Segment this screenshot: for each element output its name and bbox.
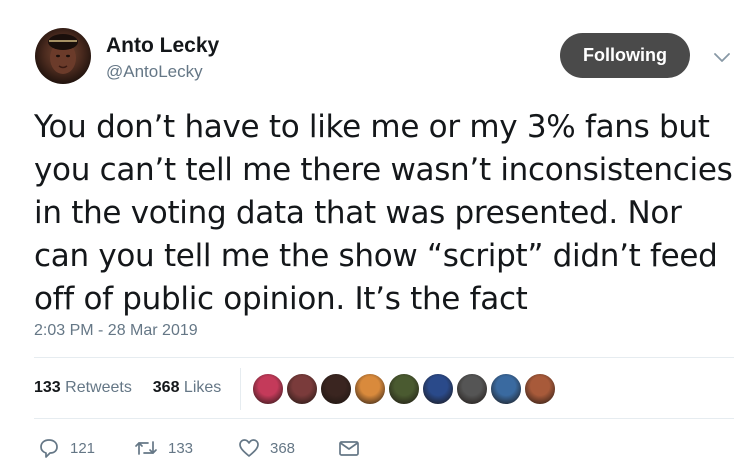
stats-separator	[240, 368, 241, 410]
retweet-count: 133	[168, 439, 194, 457]
reply-count: 121	[70, 439, 96, 457]
divider	[34, 357, 734, 358]
retweets-label: Retweets	[65, 379, 132, 396]
retweets-count: 133	[34, 379, 61, 396]
retweets-stat[interactable]: 133 Retweets	[34, 379, 136, 396]
tweet-timestamp[interactable]: 2:03 PM - 28 Mar 2019	[34, 322, 198, 340]
reply-button[interactable]: 121	[38, 437, 95, 459]
likes-count: 368	[152, 379, 180, 396]
liker-avatar-icon[interactable]	[456, 373, 488, 405]
likes-stat[interactable]: 368 Likes	[153, 379, 222, 396]
divider	[34, 418, 734, 419]
tweet-text: You don’t have to like me or my 3% fans …	[34, 109, 733, 317]
liker-avatar-icon[interactable]	[524, 373, 556, 405]
liker-avatar-icon[interactable]	[354, 373, 386, 405]
liker-avatar-icon[interactable]	[422, 373, 454, 405]
liker-avatar-icon[interactable]	[320, 373, 352, 405]
direct-message-button[interactable]	[338, 437, 360, 459]
like-count: 368	[270, 439, 296, 457]
heart-icon	[239, 439, 259, 457]
tweet-card: Anto Lecky @AntoLecky Following You don’…	[0, 0, 754, 461]
liker-avatar-icon[interactable]	[490, 373, 522, 405]
tweet-stats: 133 Retweets 368 Likes	[34, 379, 221, 397]
like-button[interactable]: 368	[238, 437, 295, 459]
liker-avatar-icon[interactable]	[252, 373, 284, 405]
retweet-button[interactable]: 133	[134, 437, 193, 459]
liker-avatar-icon[interactable]	[388, 373, 420, 405]
reply-icon	[40, 439, 58, 458]
author-name[interactable]: Anto Lecky	[106, 34, 219, 58]
likes-label: Likes	[183, 379, 222, 396]
more-options-chevron-down-icon[interactable]	[711, 50, 733, 66]
author-avatar[interactable]	[35, 28, 91, 84]
envelope-icon	[339, 441, 359, 456]
liker-avatar-icon[interactable]	[286, 373, 318, 405]
following-button[interactable]: Following	[560, 33, 690, 78]
author-handle[interactable]: @AntoLecky	[106, 62, 203, 82]
retweet-icon	[135, 441, 157, 455]
